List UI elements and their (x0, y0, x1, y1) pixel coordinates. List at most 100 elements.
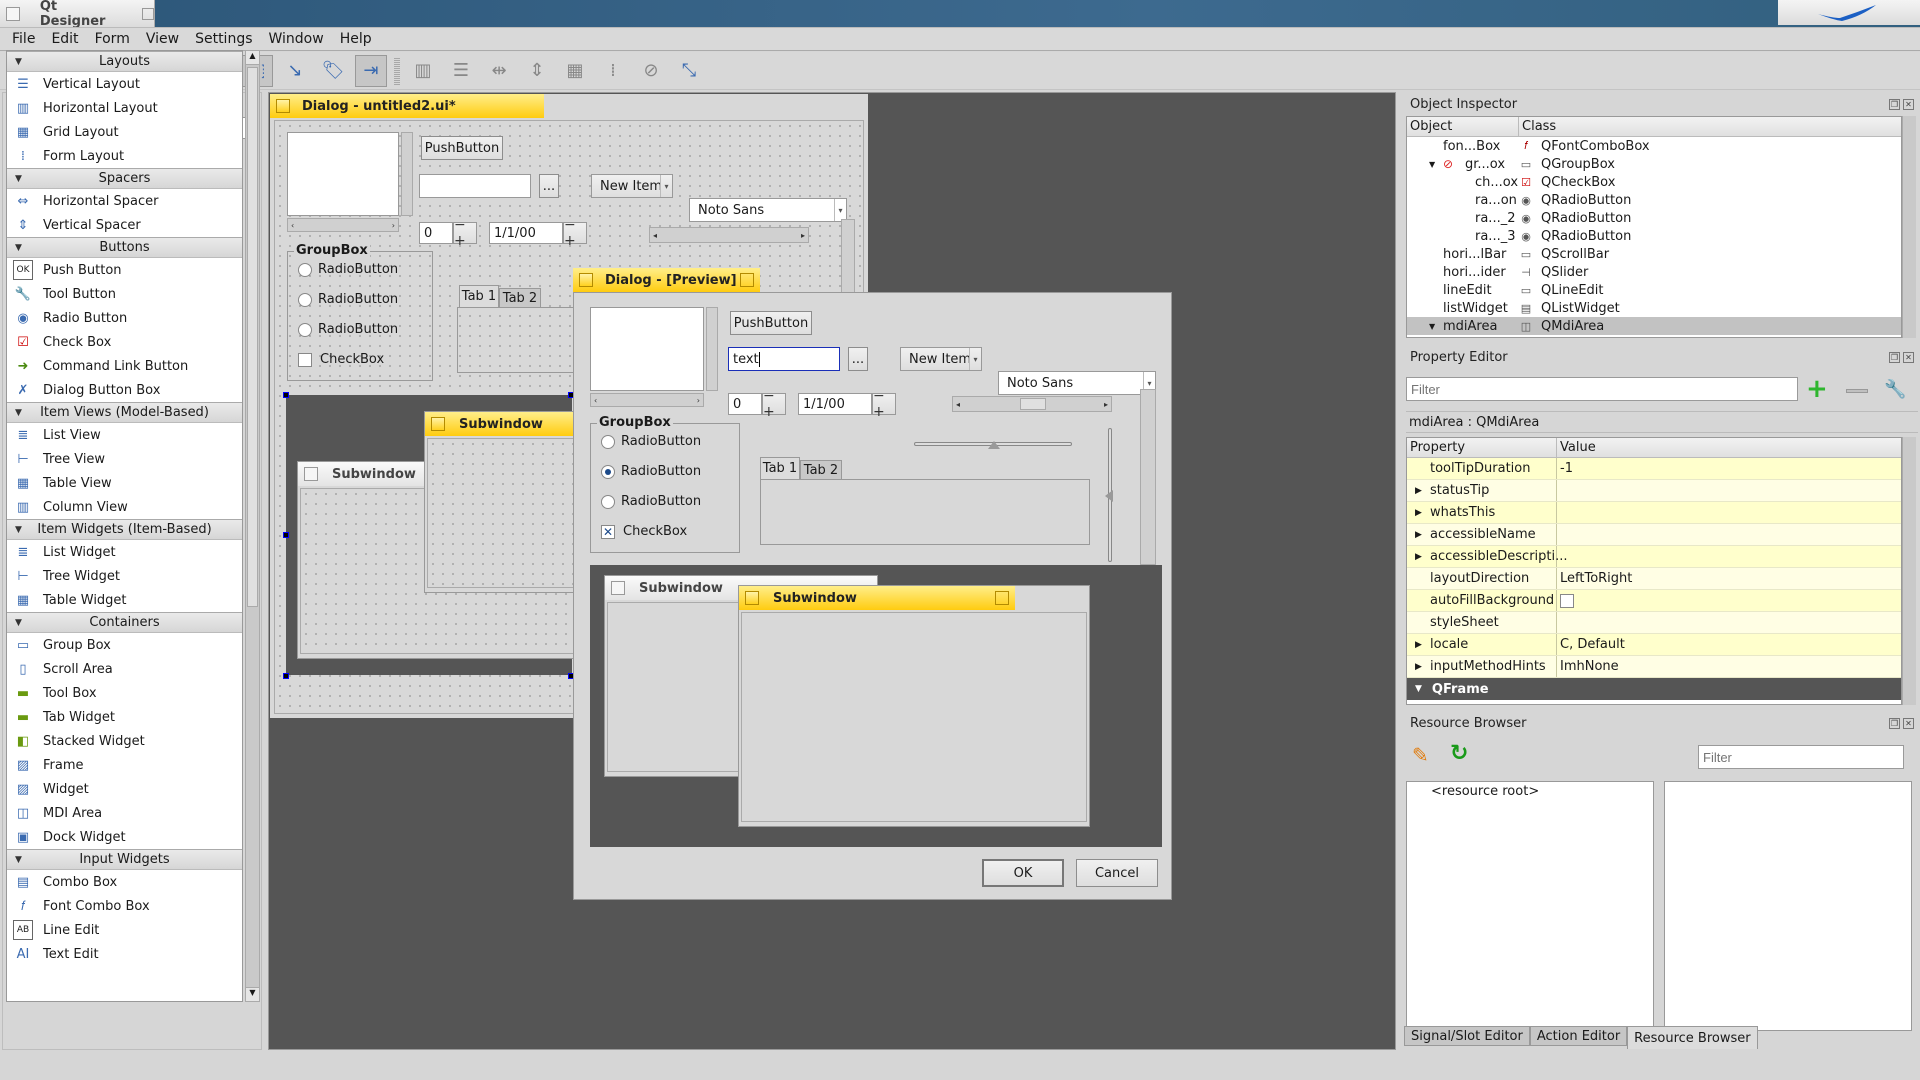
object-tree-row[interactable]: ▼ mdiArea ◫ QMdiArea (1407, 317, 1901, 335)
ok-button[interactable]: OK (982, 859, 1064, 887)
close-icon[interactable]: ✕ (1903, 98, 1914, 110)
expand-arrow-icon[interactable]: ▶ (1415, 640, 1422, 650)
widget-item-text-edit[interactable]: AI Text Edit (7, 942, 242, 966)
widget-item-widget[interactable]: ▨ Widget (7, 777, 242, 801)
column-value[interactable]: Value (1557, 438, 1596, 457)
property-filter[interactable] (1406, 377, 1798, 401)
property-value-cell[interactable] (1557, 524, 1901, 545)
push-button[interactable]: PushButton (730, 311, 812, 335)
property-value-cell[interactable] (1557, 480, 1901, 501)
resource-filter[interactable] (1698, 745, 1904, 769)
object-tree-row[interactable]: hori...lBar ▭ QScrollBar (1407, 245, 1901, 263)
widget-item-dock-widget[interactable]: ▣ Dock Widget (7, 825, 242, 849)
property-row-accessibleName[interactable]: ▶ accessibleName (1407, 524, 1901, 546)
object-tree-row[interactable]: ra..._2 ◉ QRadioButton (1407, 209, 1901, 227)
line-edit[interactable] (419, 174, 531, 198)
property-value-cell[interactable]: ImhNone (1557, 656, 1901, 677)
edit-tab-order-button[interactable]: ⇥ (355, 54, 387, 87)
layout-vertical-button[interactable]: ☰ (445, 55, 477, 87)
layout-form-button[interactable]: ⁞ (597, 55, 629, 87)
widget-category-containers[interactable]: ▼ Containers (7, 612, 242, 633)
edit-resources-pencil-icon[interactable]: ✎ (1412, 743, 1429, 767)
widget-box-scrollbar[interactable]: ▲ ▼ (245, 50, 260, 1002)
configure-wrench-icon[interactable]: 🔧 (1884, 379, 1906, 400)
property-value-cell[interactable] (1557, 502, 1901, 523)
list-widget[interactable] (590, 307, 704, 391)
remove-property-icon[interactable] (1846, 389, 1868, 393)
property-row-accessibleDescripti[interactable]: ▶ accessibleDescripti... (1407, 546, 1901, 568)
widget-item-column-view[interactable]: ▥ Column View (7, 495, 242, 519)
widget-item-dialog-button-box[interactable]: ✗ Dialog Button Box (7, 378, 242, 402)
scroll-down-icon[interactable]: ▼ (246, 987, 259, 1001)
date-edit-buttons[interactable]: −+ (872, 388, 896, 420)
date-edit[interactable]: 1/1/00 (489, 222, 563, 244)
resource-root[interactable]: <resource root> (1431, 784, 1539, 799)
subwindow-active[interactable]: Subwindow (424, 411, 584, 593)
object-tree-row[interactable]: ▼ ⊘ gr...ox ▭ QGroupBox (1407, 155, 1901, 173)
spin-box-buttons[interactable]: −+ (762, 388, 786, 420)
property-row-locale[interactable]: ▶ locale C, Default (1407, 634, 1901, 656)
reload-icon[interactable]: ↻ (1450, 741, 1468, 766)
property-row-statusTip[interactable]: ▶ statusTip (1407, 480, 1901, 502)
restore-icon[interactable] (740, 273, 754, 287)
expand-arrow-icon[interactable]: ▶ (1415, 662, 1422, 672)
restore-icon[interactable] (995, 591, 1009, 605)
restore-icon[interactable] (142, 7, 154, 20)
widget-category-item-views-model-based[interactable]: ▼ Item Views (Model-Based) (7, 402, 242, 423)
property-value-cell[interactable]: -1 (1557, 458, 1901, 479)
widget-item-tree-view[interactable]: ⊢ Tree View (7, 447, 242, 471)
list-vscroll[interactable] (706, 307, 718, 391)
widget-item-grid-layout[interactable]: ▦ Grid Layout (7, 120, 242, 144)
spin-box-buttons[interactable]: −+ (453, 217, 477, 249)
expand-arrow-icon[interactable]: ▶ (1415, 508, 1422, 518)
widget-category-layouts[interactable]: ▼ Layouts (7, 51, 242, 72)
check-box[interactable]: CheckBox (298, 352, 384, 367)
spin-box[interactable]: 0 (419, 222, 453, 244)
object-tree-row[interactable]: hori...ider ⊣ QSlider (1407, 263, 1901, 281)
resource-tree[interactable]: <resource root> (1406, 781, 1654, 1031)
tab-1[interactable]: Tab 1 (459, 285, 499, 307)
font-combo-box[interactable]: Noto Sans ▾ (689, 198, 847, 222)
property-row-autoFillBackground[interactable]: autoFillBackground (1407, 590, 1901, 612)
property-value-cell[interactable] (1557, 546, 1901, 567)
menu-help[interactable]: Help (332, 31, 380, 47)
property-value-cell[interactable]: C, Default (1557, 634, 1901, 655)
property-value-cell[interactable] (1557, 612, 1901, 633)
property-row-layoutDirection[interactable]: layoutDirection LeftToRight (1407, 568, 1901, 590)
date-edit-buttons[interactable]: −+ (563, 217, 587, 249)
widget-category-buttons[interactable]: ▼ Buttons (7, 237, 242, 258)
cancel-button[interactable]: Cancel (1076, 859, 1158, 887)
slider-handle[interactable] (988, 441, 1000, 449)
subwindow-titlebar[interactable]: Subwindow (739, 586, 1015, 610)
form-window-titlebar[interactable]: Dialog - untitled2.ui* (270, 94, 544, 118)
layout-horizontal-button[interactable]: ▥ (407, 55, 439, 87)
scroll-thumb[interactable] (1020, 398, 1046, 410)
expand-arrow-icon[interactable]: ▼ (1429, 160, 1435, 169)
widget-item-stacked-widget[interactable]: ◧ Stacked Widget (7, 729, 242, 753)
radio-button-3[interactable]: RadioButton (298, 322, 398, 337)
tab-signal-slot-editor[interactable]: Signal/Slot Editor (1404, 1026, 1530, 1046)
toolbar-grip[interactable] (394, 56, 400, 85)
widget-item-vertical-spacer[interactable]: ⇕ Vertical Spacer (7, 213, 242, 237)
layout-horizontal-splitter-button[interactable]: ⇹ (483, 55, 515, 87)
layout-vertical-splitter-button[interactable]: ⇕ (521, 55, 553, 87)
combo-box[interactable]: New Item ▾ (900, 347, 982, 371)
object-tree-scrollbar[interactable] (1902, 116, 1916, 338)
subwindow-active[interactable]: Subwindow (738, 585, 1090, 827)
font-combo-box[interactable]: Noto Sans ▾ (998, 371, 1156, 395)
tool-button[interactable]: ... (848, 347, 868, 371)
line-edit[interactable]: text (728, 347, 840, 371)
property-scrollbar[interactable] (1902, 437, 1916, 705)
tab-2[interactable]: Tab 2 (800, 460, 842, 479)
widget-item-list-view[interactable]: ≣ List View (7, 423, 242, 447)
radio-button-2[interactable]: RadioButton (298, 292, 398, 307)
widget-item-scroll-area[interactable]: ▯ Scroll Area (7, 657, 242, 681)
layout-grid-button[interactable]: ▦ (559, 55, 591, 87)
combo-box[interactable]: New Item ▾ (591, 174, 673, 198)
edit-signals-slots-button[interactable]: ↘ (279, 55, 311, 87)
menu-form[interactable]: Form (87, 31, 138, 47)
tab-resource-browser[interactable]: Resource Browser (1627, 1026, 1758, 1049)
close-icon[interactable]: ✕ (1903, 351, 1914, 363)
preview-mdi-area[interactable]: Subwindow Subwindow (590, 565, 1162, 847)
check-box[interactable]: ✕ CheckBox (601, 524, 687, 539)
